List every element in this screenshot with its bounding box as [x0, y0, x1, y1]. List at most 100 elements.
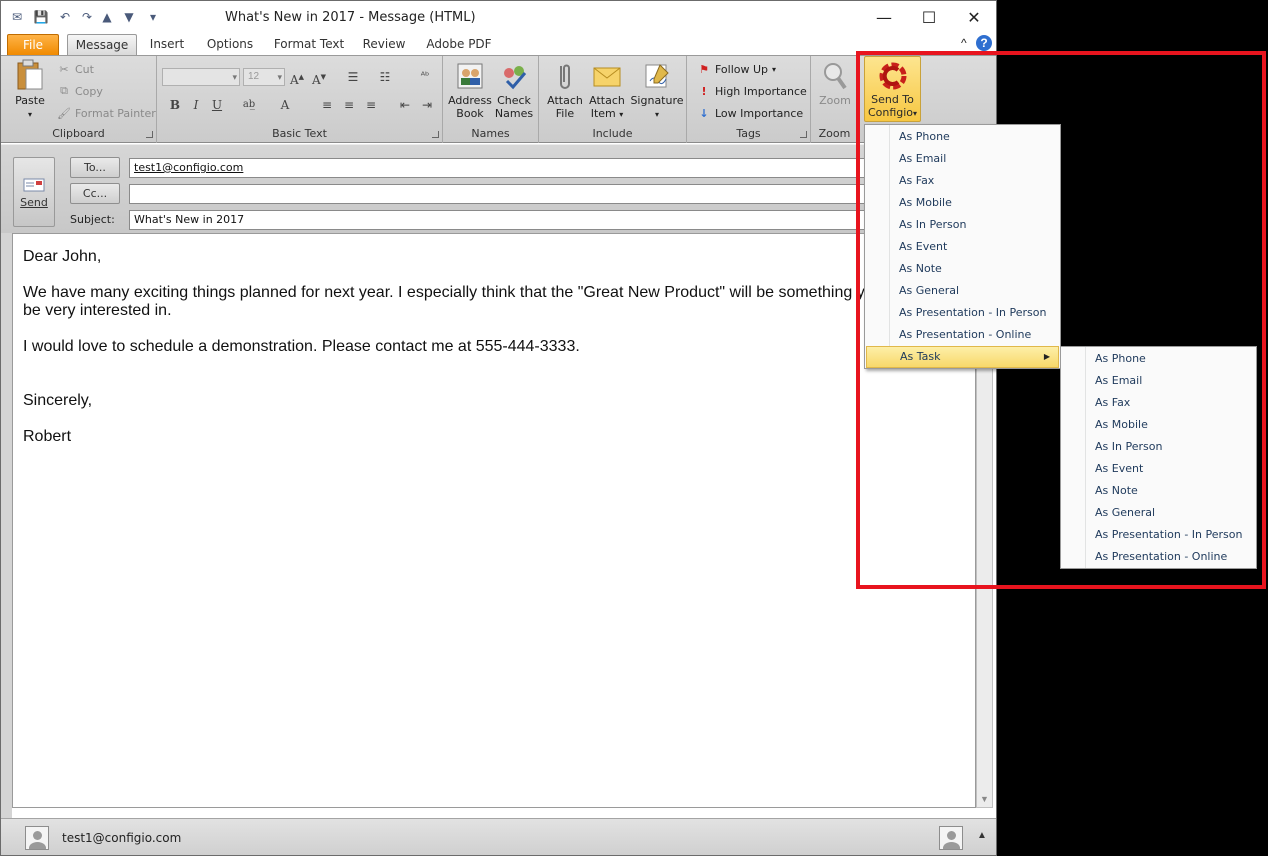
cc-button[interactable]: Cc...: [70, 183, 120, 204]
basic-text-group-label: Basic Text: [272, 127, 327, 140]
tab-file[interactable]: File: [7, 34, 59, 55]
menu-item-as-in-person[interactable]: As In Person: [865, 214, 1060, 236]
to-field[interactable]: test1@configio.com: [129, 158, 889, 178]
high-importance-label: High Importance: [715, 84, 807, 98]
underline-button[interactable]: U: [207, 96, 227, 114]
send-label: Send: [20, 196, 48, 209]
signature-button[interactable]: Signature ▾: [629, 60, 685, 121]
send-button[interactable]: Send: [13, 157, 55, 227]
previous-item-icon[interactable]: ▲: [99, 9, 115, 25]
submenu-item-as-presentation-in-person[interactable]: As Presentation - In Person: [1061, 524, 1256, 546]
shrink-font-icon[interactable]: A▼: [309, 68, 329, 87]
font-size-combo[interactable]: 12: [243, 68, 285, 86]
undo-icon[interactable]: ↶: [57, 9, 73, 25]
zoom-button[interactable]: Zoom: [815, 60, 855, 107]
send-to-configio-button[interactable]: Send To Configio▾: [864, 56, 921, 122]
align-left-icon[interactable]: ≡: [317, 96, 337, 114]
submenu-item-as-event[interactable]: As Event: [1061, 458, 1256, 480]
bullets-icon[interactable]: ☰: [343, 68, 363, 86]
follow-up-label: Follow Up: [715, 62, 769, 76]
cc-field[interactable]: [129, 184, 889, 204]
submenu-item-as-presentation-online[interactable]: As Presentation - Online: [1061, 546, 1256, 568]
font-name-combo[interactable]: [162, 68, 240, 86]
address-book-label: Address Book: [448, 94, 492, 120]
low-importance-button[interactable]: ↓ Low Importance: [697, 106, 803, 120]
outlook-app-icon[interactable]: ✉: [9, 9, 25, 25]
grow-font-icon[interactable]: A▲: [287, 68, 307, 87]
clipboard-group-label: Clipboard: [52, 127, 105, 140]
menu-item-as-presentation-online[interactable]: As Presentation - Online: [865, 324, 1060, 346]
menu-item-as-task[interactable]: As Task ▶: [866, 346, 1059, 368]
submenu-item-as-email[interactable]: As Email: [1061, 370, 1256, 392]
tab-review[interactable]: Review: [357, 34, 411, 55]
menu-item-as-event[interactable]: As Event: [865, 236, 1060, 258]
copy-button[interactable]: ⧉ Copy: [57, 84, 103, 98]
sender-avatar: [25, 826, 49, 850]
align-right-icon[interactable]: ≡: [361, 96, 381, 114]
clipboard-dialog-launcher[interactable]: [146, 131, 153, 138]
follow-up-button[interactable]: ⚑ Follow Up ▾: [697, 62, 776, 76]
tags-dialog-launcher[interactable]: [800, 131, 807, 138]
align-center-icon[interactable]: ≡: [339, 96, 359, 114]
expand-people-pane-icon[interactable]: ▲: [977, 830, 987, 841]
numbering-icon[interactable]: ☷: [375, 68, 395, 86]
menu-item-as-phone[interactable]: As Phone: [865, 126, 1060, 148]
address-book-button[interactable]: Address Book: [447, 60, 493, 120]
menu-item-as-note[interactable]: As Note: [865, 258, 1060, 280]
italic-button[interactable]: I: [186, 96, 206, 114]
close-button[interactable]: ✕: [951, 5, 996, 29]
body-paragraph2: I would love to schedule a demonstration…: [23, 338, 580, 355]
paste-button[interactable]: Paste ▾: [9, 59, 51, 121]
next-item-icon[interactable]: ▼: [121, 9, 137, 25]
maximize-button[interactable]: ☐: [906, 5, 952, 29]
save-icon[interactable]: 💾: [33, 9, 49, 25]
decrease-indent-icon[interactable]: ⇤: [395, 96, 415, 114]
format-painter-button[interactable]: 🖌 Format Painter: [57, 106, 156, 120]
ribbon-tabs: File Message Insert Options Format Text …: [1, 33, 996, 55]
submenu-item-as-mobile[interactable]: As Mobile: [1061, 414, 1256, 436]
customize-qat-icon[interactable]: ▾: [145, 9, 161, 25]
attach-item-button[interactable]: Attach Item ▾: [585, 60, 629, 121]
zoom-group-label: Zoom: [818, 127, 851, 140]
bold-button[interactable]: B: [165, 96, 185, 114]
menu-item-as-email[interactable]: As Email: [865, 148, 1060, 170]
subject-field[interactable]: What's New in 2017: [129, 210, 889, 230]
minimize-ribbon-icon[interactable]: ^: [961, 36, 967, 50]
submenu-item-as-general[interactable]: As General: [1061, 502, 1256, 524]
tab-adobe-pdf[interactable]: Adobe PDF: [421, 34, 497, 55]
menu-item-as-fax[interactable]: As Fax: [865, 170, 1060, 192]
menu-item-as-mobile[interactable]: As Mobile: [865, 192, 1060, 214]
menu-item-as-general[interactable]: As General: [865, 280, 1060, 302]
scroll-down-icon[interactable]: ▼: [977, 792, 992, 807]
submenu-item-as-phone[interactable]: As Phone: [1061, 348, 1256, 370]
basic-text-dialog-launcher[interactable]: [432, 131, 439, 138]
contact-avatar[interactable]: [939, 826, 963, 850]
cut-button[interactable]: ✂ Cut: [57, 62, 94, 76]
increase-indent-icon[interactable]: ⇥: [417, 96, 437, 114]
clear-formatting-icon[interactable]: ᴬᵇ: [415, 68, 435, 86]
highlight-color-icon[interactable]: ab̲: [239, 96, 259, 114]
submenu-item-as-in-person[interactable]: As In Person: [1061, 436, 1256, 458]
submenu-item-as-fax[interactable]: As Fax: [1061, 392, 1256, 414]
body-closing: Sincerely,: [23, 392, 93, 409]
check-names-button[interactable]: Check Names: [493, 60, 535, 120]
include-group: Attach File Attach Item ▾ Signature ▾ Inc…: [539, 56, 687, 143]
tab-message[interactable]: Message: [67, 34, 137, 55]
tab-options[interactable]: Options: [201, 34, 259, 55]
configio-label-line2: Configio: [867, 106, 914, 119]
redo-icon[interactable]: ↷: [79, 9, 95, 25]
font-color-icon[interactable]: A: [275, 96, 295, 114]
attach-file-button[interactable]: Attach File: [545, 60, 585, 120]
high-importance-button[interactable]: ! High Importance: [697, 84, 807, 98]
attach-file-label: Attach File: [547, 94, 583, 120]
submenu-item-as-note[interactable]: As Note: [1061, 480, 1256, 502]
paintbrush-icon: 🖌: [57, 106, 71, 120]
minimize-button[interactable]: —: [861, 5, 907, 29]
help-icon[interactable]: ?: [976, 35, 992, 51]
menu-item-as-presentation-in-person[interactable]: As Presentation - In Person: [865, 302, 1060, 324]
tab-insert[interactable]: Insert: [143, 34, 191, 55]
message-body[interactable]: Dear John, We have many exciting things …: [12, 233, 976, 808]
tab-format-text[interactable]: Format Text: [271, 34, 347, 55]
to-button[interactable]: To...: [70, 157, 120, 178]
low-importance-label: Low Importance: [715, 106, 804, 120]
